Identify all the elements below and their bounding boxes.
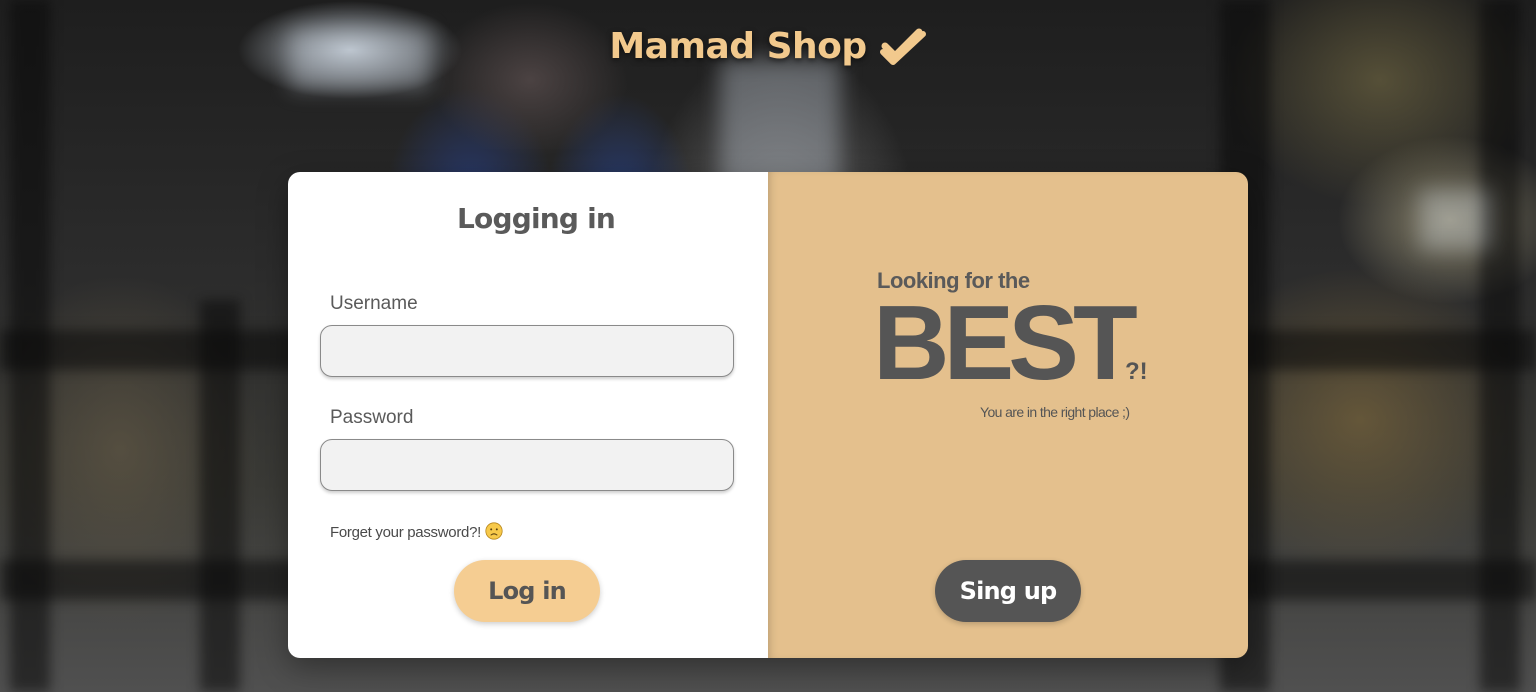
forgot-password-link[interactable]: Forget your password?! xyxy=(330,522,503,541)
signup-button[interactable]: Sing up xyxy=(935,560,1081,622)
brand-name: Mamad Shop xyxy=(609,25,867,67)
username-label: Username xyxy=(330,293,418,314)
signup-panel: Looking for the BEST ?! You are in the r… xyxy=(768,172,1248,658)
login-title: Logging in xyxy=(456,202,616,235)
password-label: Password xyxy=(330,407,414,428)
password-input[interactable] xyxy=(320,439,734,491)
auth-card: Logging in Username Password Forget your… xyxy=(288,172,1248,658)
promo-subtext: You are in the right place ;) xyxy=(980,404,1130,420)
sad-face-icon xyxy=(485,522,503,540)
forgot-password-text: Forget your password?! xyxy=(330,524,481,541)
brand-logo: Mamad Shop xyxy=(0,22,1536,70)
promo-big-text: BEST xyxy=(873,284,1138,402)
login-panel: Logging in Username Password Forget your… xyxy=(288,172,768,658)
username-input[interactable] xyxy=(320,325,734,377)
double-check-icon xyxy=(879,28,926,65)
login-button[interactable]: Log in xyxy=(454,560,600,622)
promo-block: Looking for the BEST ?! You are in the r… xyxy=(873,268,1177,420)
promo-punctuation: ?! xyxy=(1125,358,1148,385)
